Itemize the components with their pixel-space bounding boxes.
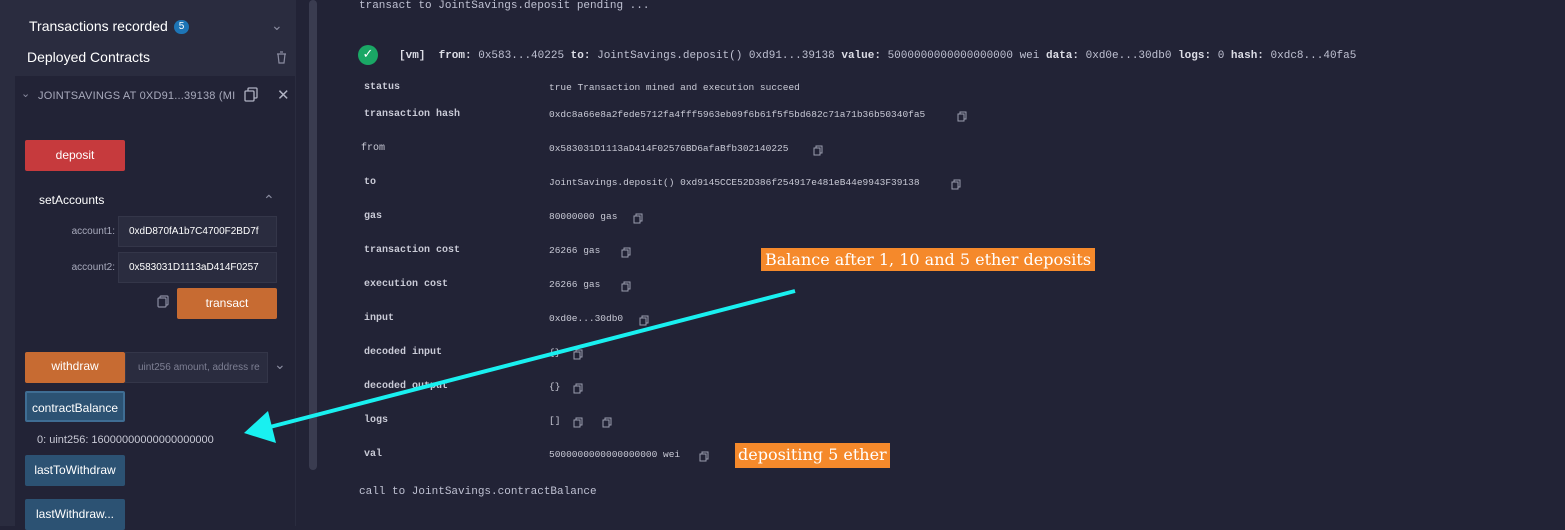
arrow-head — [244, 411, 276, 443]
annotation-arrow — [244, 289, 796, 443]
arrow-shaft — [265, 289, 796, 430]
